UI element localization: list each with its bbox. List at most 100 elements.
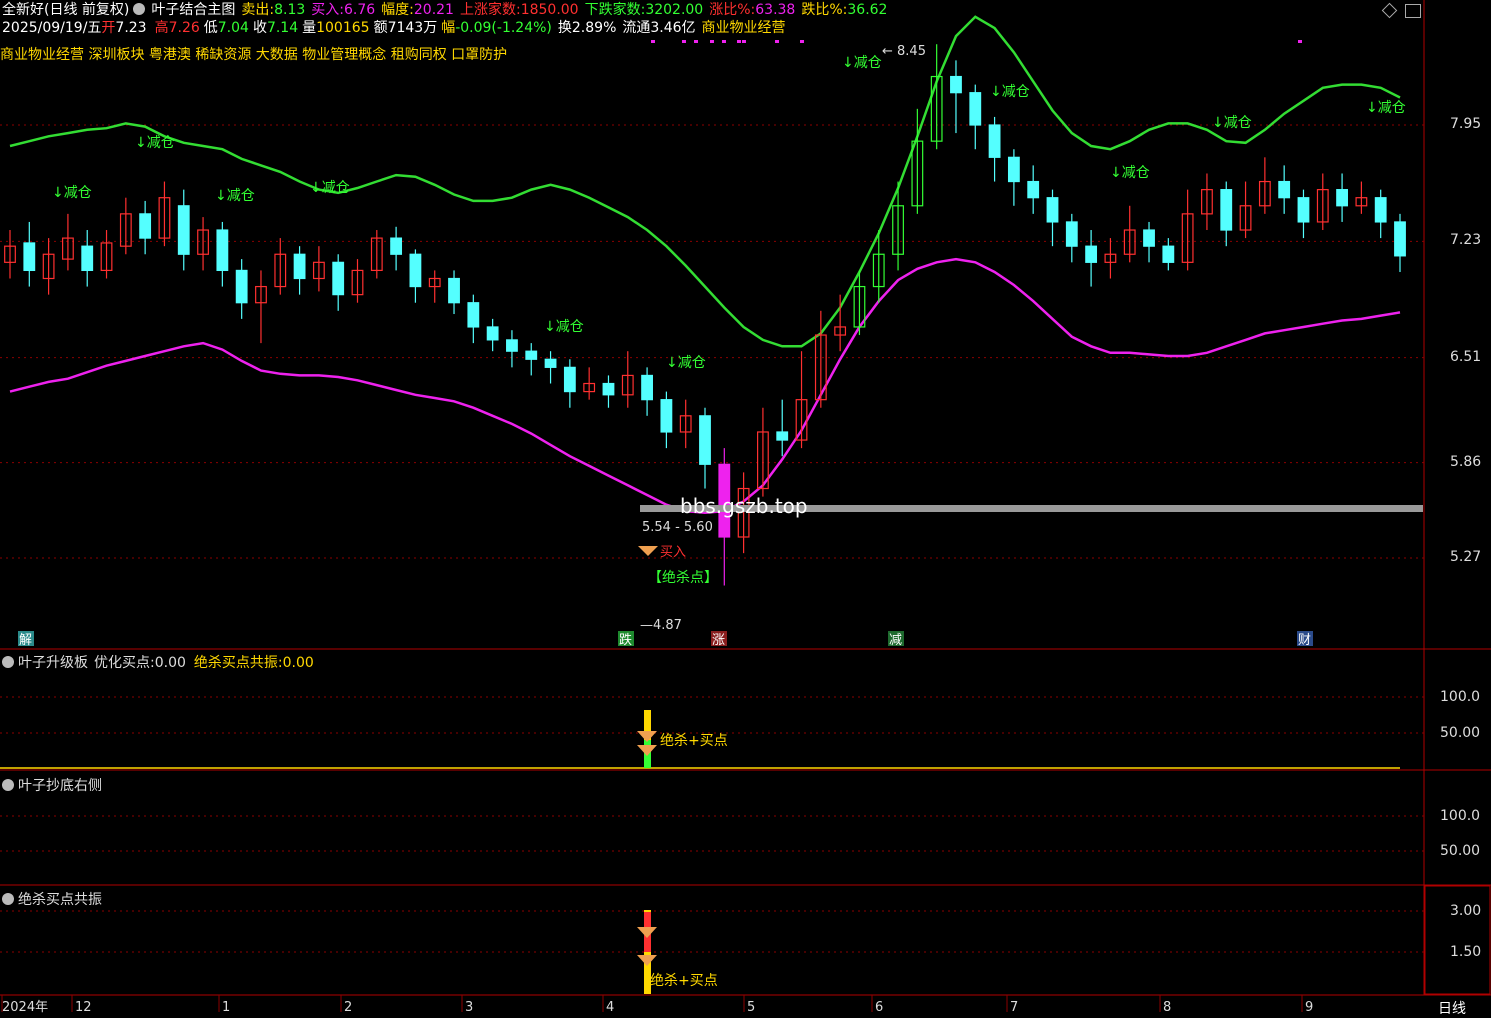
chg-value: -0.09(-1.24%) <box>455 20 552 36</box>
sell-value: 8.13 <box>274 2 306 18</box>
panel4-ytick: 3.00 <box>1450 903 1482 919</box>
low-value: 7.04 <box>217 20 249 36</box>
candle-body <box>1065 221 1078 247</box>
signal-dot <box>710 40 714 43</box>
panel3-title[interactable]: 叶子抄底右侧 <box>18 778 102 794</box>
signal-dot <box>737 40 741 43</box>
chg-label: 幅 <box>441 20 456 36</box>
reduce-marker: ↓减仓 <box>1212 115 1252 131</box>
watermark-text: bbs.gszb.top <box>680 494 808 518</box>
panel4-title[interactable]: 绝杀买点共振 <box>18 892 102 908</box>
candle-body <box>1027 180 1040 199</box>
candle-body <box>216 229 229 272</box>
amt-value: 7143万 <box>387 20 438 36</box>
event-marker: 跌 <box>619 632 632 648</box>
panel4-title-bar: 绝杀买点共振 <box>2 889 102 909</box>
turn-label: 换 <box>557 20 572 36</box>
down-count-value: 3202.00 <box>645 2 704 18</box>
main-chart[interactable]: ↓减仓↓减仓↓减仓 ↓减仓↓减仓↓减仓↓减仓↓减仓↓减仓↓减仓↓减仓← 8.45—… <box>0 0 1491 1015</box>
panel2-ytick: 50.00 <box>1440 725 1481 741</box>
reduce-marker: ↓减仓 <box>135 135 175 151</box>
quote-date: 2025/09/19/五 <box>2 20 102 36</box>
industry-value[interactable]: 商业物业经营 <box>702 20 786 36</box>
price-tick: 7.95 <box>1450 116 1482 132</box>
panel2-item1-value: 0.00 <box>154 655 186 671</box>
panel2-diamond-icon <box>637 745 657 756</box>
quote-bar: 2025/09/19/五开7.23 高7.26 低7.04 收7.14 量100165 额… <box>2 20 786 36</box>
x-tick-label: 8 <box>1163 1000 1171 1015</box>
x-tick-label: 9 <box>1305 1000 1313 1015</box>
sub-signals <box>637 710 657 994</box>
event-marker: 减 <box>889 633 902 648</box>
candle-body <box>641 374 653 401</box>
candle-body <box>332 261 345 296</box>
high-value: 7.26 <box>168 20 200 36</box>
window-toggle-icon[interactable] <box>1405 4 1421 18</box>
price-tick: 7.23 <box>1450 232 1482 249</box>
panel2-diamond-icon <box>637 731 657 742</box>
x-tick-label: 2 <box>344 1000 352 1015</box>
signal-dot <box>800 40 804 43</box>
reduce-marker: ↓减仓 <box>310 180 350 196</box>
period-tab[interactable]: 日线 <box>1438 998 1466 1018</box>
x-tick-label: 5 <box>747 1000 755 1015</box>
candle-body <box>1046 197 1059 223</box>
panel3-ytick: 100.0 <box>1440 808 1481 824</box>
candle-body <box>699 415 711 465</box>
panel3-ytick: 50.00 <box>1440 843 1481 859</box>
candle-body <box>448 277 460 304</box>
reduce-marker: ↓减仓 <box>52 185 92 201</box>
candle-body <box>409 253 422 288</box>
candle-body <box>1297 197 1310 223</box>
candle-body <box>602 382 615 396</box>
reduce-marker: ↓减仓 <box>842 55 882 71</box>
panel2-item2-label: 绝杀买点共振: <box>193 655 283 671</box>
x-axis <box>1 995 1303 1012</box>
up-count-value: 1850.00 <box>520 2 579 18</box>
candle-body <box>1007 156 1020 183</box>
candle-body <box>506 339 518 352</box>
signal-dot <box>775 40 779 43</box>
candle-body <box>776 431 789 441</box>
candle-body <box>1143 229 1155 247</box>
range-annotation: 5.54 - 5.60 <box>642 520 713 535</box>
amt-label: 额 <box>373 20 388 36</box>
dropdown-icon[interactable] <box>2 893 14 905</box>
panel4-diamond-icon <box>637 927 657 938</box>
candle-body <box>1278 180 1291 199</box>
reduce-marker: ↓减仓 <box>666 355 706 371</box>
down-ratio-label: 跌比%: <box>801 2 848 18</box>
dropdown-icon[interactable] <box>2 656 14 668</box>
signal-dot <box>1298 40 1302 43</box>
signal-dot <box>651 40 655 43</box>
candle-body <box>969 92 982 126</box>
concept-tags[interactable]: 商业物业经营 深圳板块 粤港澳 稀缺资源 大数据 物业管理概念 租购同权 口罩防… <box>0 47 507 63</box>
candle-body <box>23 242 36 272</box>
panel4-ytick: 1.50 <box>1450 944 1482 960</box>
up-ratio-value: 63.38 <box>755 2 796 18</box>
panel3-title-bar: 叶子抄底右侧 <box>2 775 102 795</box>
panel2-title[interactable]: 叶子升级板 <box>18 655 88 671</box>
reduce-marker: ↓减仓 <box>1366 100 1406 116</box>
dropdown-icon[interactable] <box>133 3 146 15</box>
upper-band-line <box>9 15 1401 348</box>
signal-dot <box>682 40 686 43</box>
candle-body <box>660 399 673 433</box>
candle-body <box>1336 189 1348 207</box>
x-tick-label: 3 <box>465 1000 473 1015</box>
stock-title[interactable]: 全新好(日线 前复权) <box>2 2 129 18</box>
annotations: ↓减仓↓减仓↓减仓 ↓减仓↓减仓↓减仓↓减仓↓减仓↓减仓↓减仓↓减仓← 8.45—… <box>2 40 1423 1015</box>
price-tick: 6.51 <box>1450 348 1482 365</box>
dropdown-icon[interactable] <box>2 779 14 791</box>
float-value: 3.46亿 <box>650 20 696 36</box>
candle-body <box>486 326 499 341</box>
up-count-label: 上涨家数: <box>459 2 521 18</box>
candle-body <box>1394 221 1406 257</box>
candle-body <box>177 205 190 255</box>
kill-point-marker: 【绝杀点】 <box>648 570 718 586</box>
up-ratio-label: 涨比%: <box>709 2 756 18</box>
indicator-name[interactable]: 叶子结合主图 <box>151 2 235 18</box>
reduce-marker: ↓减仓 <box>1110 165 1150 181</box>
candle-body <box>1162 245 1175 263</box>
candle-body <box>293 253 306 280</box>
